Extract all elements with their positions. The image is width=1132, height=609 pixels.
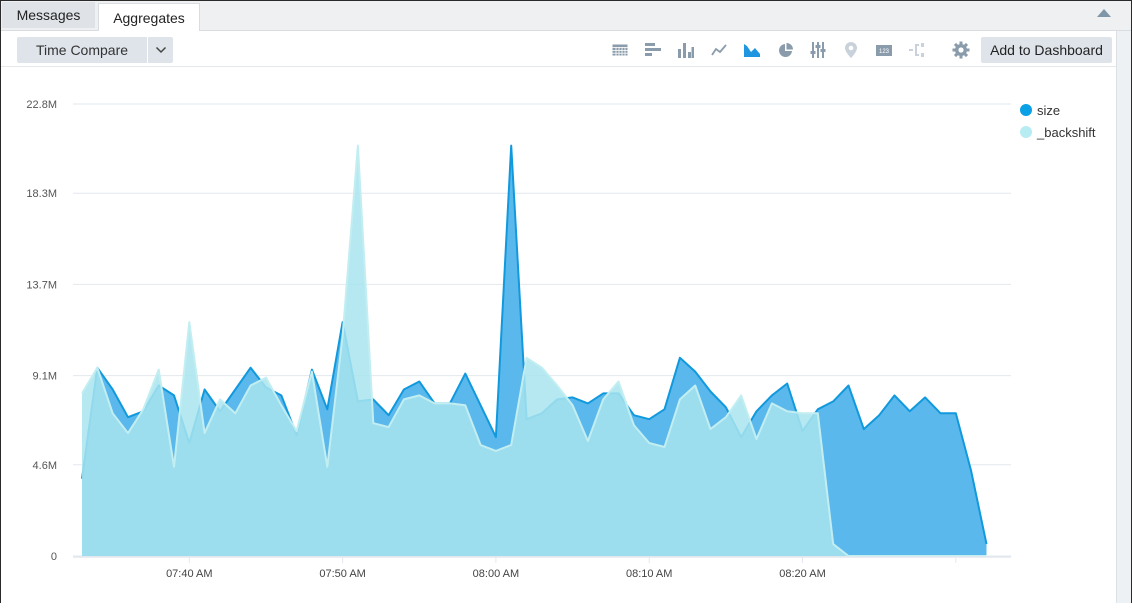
y-tick-label: 0 <box>51 551 57 563</box>
area-chart: 0 4.6M 9.1M 13.7M 18.3M 22.8M 07:40 AM 07:50 A… <box>1 1 1132 604</box>
y-tick-label: 4.6M <box>33 460 57 472</box>
x-tick-label: 08:20 AM <box>779 568 825 580</box>
y-tick-label: 22.8M <box>26 99 57 111</box>
legend-swatch-backshift[interactable] <box>1020 126 1032 138</box>
legend: size _backshift <box>1020 103 1096 140</box>
y-tick-label: 13.7M <box>26 279 57 291</box>
legend-label-backshift[interactable]: _backshift <box>1036 125 1096 140</box>
x-tick-label: 08:00 AM <box>473 568 519 580</box>
x-tick-label: 07:50 AM <box>319 568 365 580</box>
legend-label-size[interactable]: size <box>1037 103 1060 118</box>
y-axis-ticks: 0 4.6M 9.1M 13.7M 18.3M 22.8M <box>26 99 57 563</box>
x-tick-label: 08:10 AM <box>626 568 672 580</box>
series-areas <box>82 146 987 556</box>
x-tick-label: 07:40 AM <box>166 568 212 580</box>
y-tick-label: 9.1M <box>33 371 57 383</box>
x-axis: 07:40 AM 07:50 AM 08:00 AM 08:10 AM 08:20 AM <box>73 557 1011 580</box>
chart-container: 0 4.6M 9.1M 13.7M 18.3M 22.8M 07:40 AM 07:50 A… <box>1 1 1132 604</box>
y-tick-label: 18.3M <box>26 188 57 200</box>
legend-swatch-size[interactable] <box>1020 104 1032 116</box>
